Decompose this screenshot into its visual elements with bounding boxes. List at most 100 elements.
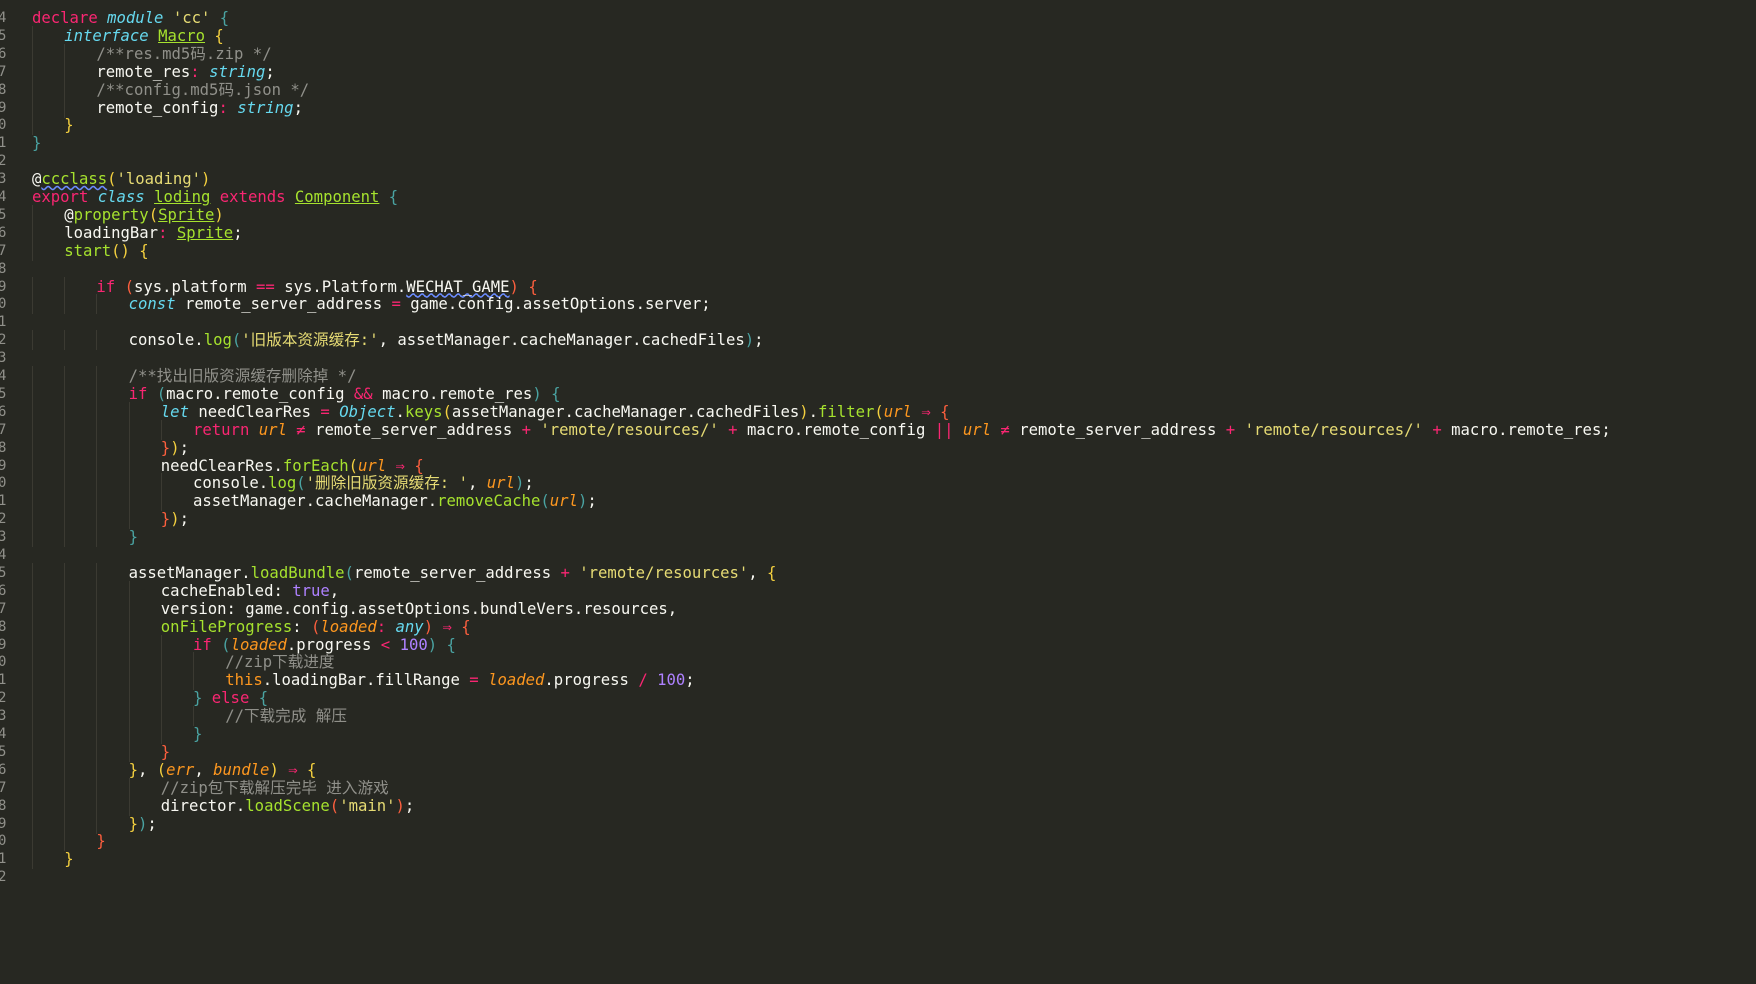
code-token: Object [339, 402, 396, 421]
code-token: ( [874, 402, 884, 421]
code-token: + [728, 420, 747, 439]
code-token: ) [744, 331, 755, 350]
code-token: . [395, 402, 405, 421]
code-token: : [376, 617, 396, 636]
code-token: ( [329, 796, 340, 815]
code-token: } [128, 528, 138, 547]
code-token: == [256, 277, 285, 296]
code-token: = [391, 295, 411, 314]
code-token: game.config.assetOptions.server; [410, 295, 711, 314]
code-token: , [194, 760, 214, 779]
code-token: { [214, 26, 224, 45]
code-token: Sprite [158, 205, 215, 224]
code-token: { [767, 563, 777, 582]
code-token: .loadingBar.fillRange [262, 671, 470, 690]
code-token: = [469, 671, 489, 690]
code-token: 'remote/resources/' [540, 420, 719, 439]
code-token: ( [148, 205, 159, 224]
code-token: remote_server_address [315, 420, 522, 439]
code-token: ( [311, 617, 321, 636]
code-token: ; [233, 223, 243, 242]
code-token: start [64, 241, 112, 260]
code-token: loadBundle [250, 563, 345, 582]
code-token: module [107, 9, 173, 27]
code-token: remote_res [96, 62, 191, 81]
code-token: url [486, 474, 515, 493]
code-token: string [209, 62, 266, 81]
code-token: ) [514, 474, 525, 493]
code-token: @ [64, 205, 74, 224]
code-token: ) [577, 492, 588, 511]
code-token: ) [214, 205, 224, 224]
code-token: remote_server_address [353, 563, 561, 582]
code-token: keys [404, 402, 443, 421]
code-token: export [32, 188, 98, 206]
code-token: + [1432, 420, 1452, 439]
code-token: loaded [320, 617, 377, 636]
code-token: ⇒ [395, 456, 415, 475]
code-token: assetManager.cacheManager.cachedFiles [451, 402, 800, 421]
code-token: { [307, 760, 317, 779]
code-token: bundle [213, 760, 270, 779]
code-token: } [96, 832, 106, 851]
code-token: ) [170, 510, 180, 529]
code-token: loding [154, 188, 211, 206]
code-editor[interactable]: 4 declare module 'cc' {5 interface Macro {… [0, 0, 1756, 984]
code-token: '旧版本资源缓存:' [241, 331, 379, 350]
code-token: ( [156, 384, 167, 403]
code-token: } [193, 725, 203, 743]
code-token: 100 [399, 635, 428, 654]
code-token: ⇒ [442, 617, 462, 636]
code-token: Component [294, 188, 380, 206]
code-token: ≠ [1000, 420, 1020, 439]
code-token: url [258, 420, 287, 439]
code-token: remote_server_address [1019, 420, 1226, 439]
code-token: .progress [544, 671, 639, 690]
code-token: ( [344, 563, 354, 582]
code-token: ; [265, 62, 275, 81]
code-token: ) [532, 384, 542, 403]
code-token: log [268, 474, 297, 493]
code-token: class [97, 188, 155, 206]
code-token: return [193, 420, 259, 439]
code-token: { [258, 689, 269, 708]
code-token: : [158, 223, 177, 242]
code-token: loaded [488, 671, 545, 690]
code-token: { [940, 402, 950, 421]
code-token: 'main' [339, 796, 396, 815]
code-token: const [128, 295, 185, 314]
code-token: /**res.md5码.zip */ [96, 44, 272, 63]
code-token: () { [111, 241, 149, 260]
code-token: /**找出旧版资源缓存删除掉 */ [128, 367, 357, 385]
code-token: } [64, 850, 74, 869]
code-token: onFileProgress [160, 617, 293, 636]
code-token: ( [442, 402, 452, 421]
code-token: any [395, 617, 424, 636]
code-token: needClearRes [198, 402, 321, 421]
code-token: //下载完成 解压 [225, 707, 347, 726]
code-token: , [748, 563, 768, 582]
code-token: @ [32, 170, 42, 189]
code-token: ; [524, 474, 534, 493]
code-token: ) [395, 796, 405, 815]
code-token: WECHAT_GAME [406, 277, 510, 296]
code-token: sys.platform [133, 277, 257, 296]
code-token: { [414, 456, 424, 475]
code-token: assetManager.cacheManager. [193, 492, 438, 511]
code-token: interface [64, 26, 159, 45]
code-token: : [190, 62, 210, 81]
code-token: ⇒ [921, 402, 941, 421]
code-token: = [320, 402, 340, 421]
code-token: loadScene [245, 796, 330, 815]
code-line[interactable]: 2 [0, 867, 1756, 887]
code-token: if [128, 384, 157, 403]
code-token: ) [201, 170, 211, 189]
code-token: .progress [286, 635, 381, 654]
code-token: } [160, 510, 171, 529]
code-token: property [73, 205, 149, 224]
code-token: { [528, 277, 538, 296]
code-token: Sprite [176, 223, 234, 242]
